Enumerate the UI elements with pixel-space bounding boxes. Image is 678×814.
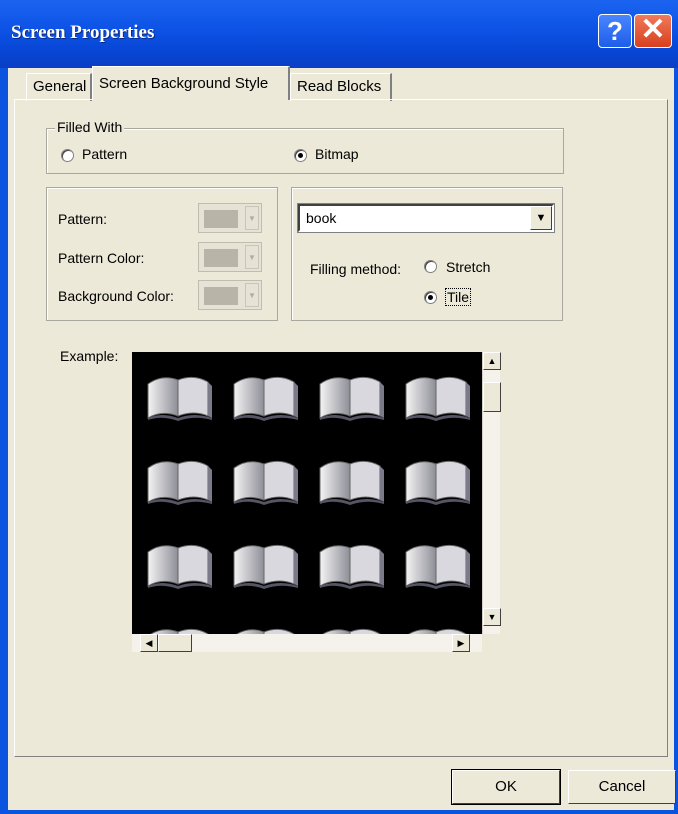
- bitmap-radio-label[interactable]: Bitmap: [315, 146, 359, 162]
- book-tile-image: [228, 618, 302, 634]
- background-color-picker[interactable]: ▼: [198, 280, 262, 310]
- book-tile-image: [400, 366, 474, 422]
- pattern-swatch: [204, 210, 238, 228]
- window-title: Screen Properties: [11, 22, 155, 43]
- help-icon: ?: [607, 16, 623, 46]
- book-tile-image: [314, 618, 388, 634]
- vertical-scroll-thumb[interactable]: [483, 382, 501, 412]
- chevron-down-icon: ▼: [245, 283, 259, 307]
- book-tile-image: [228, 366, 302, 422]
- example-preview: ▲ ▼ ◀ ▶: [132, 352, 501, 652]
- pattern-radio-label[interactable]: Pattern: [82, 146, 127, 162]
- book-tile-image: [314, 534, 388, 590]
- book-tile-image: [228, 534, 302, 590]
- scroll-right-icon[interactable]: ▶: [452, 634, 470, 652]
- stretch-radio-label[interactable]: Stretch: [446, 259, 490, 275]
- filling-method-label: Filling method:: [310, 261, 402, 277]
- pattern-color-label: Pattern Color:: [58, 250, 145, 266]
- pattern-color-picker[interactable]: ▼: [198, 242, 262, 272]
- chevron-down-icon[interactable]: ▼: [530, 206, 552, 230]
- tab-screen-background-style-label: Screen Background Style: [99, 75, 269, 92]
- book-tile-image: [142, 618, 216, 634]
- book-tile-image: [142, 534, 216, 590]
- book-tile-image: [400, 618, 474, 634]
- bitmap-select[interactable]: book ▼: [297, 203, 555, 233]
- cancel-button[interactable]: Cancel: [568, 770, 676, 804]
- tab-general-label: General: [33, 78, 87, 95]
- help-button[interactable]: ?: [598, 14, 632, 48]
- tab-read-blocks[interactable]: Read Blocks: [290, 73, 392, 101]
- book-tile-image: [142, 450, 216, 506]
- chevron-down-icon: ▼: [245, 206, 259, 230]
- vertical-scrollbar[interactable]: ▲ ▼: [482, 352, 501, 634]
- pattern-label: Pattern:: [58, 211, 108, 227]
- example-canvas: [132, 352, 482, 634]
- stretch-radio[interactable]: [424, 260, 437, 273]
- scroll-down-icon[interactable]: ▼: [483, 608, 501, 626]
- horizontal-scroll-thumb[interactable]: [158, 634, 192, 652]
- example-label: Example:: [60, 348, 119, 364]
- ok-button[interactable]: OK: [451, 769, 561, 805]
- book-tile-image: [400, 450, 474, 506]
- background-color-swatch: [204, 287, 238, 305]
- tab-read-blocks-label: Read Blocks: [297, 78, 382, 95]
- title-bar[interactable]: Screen Properties ? ✕: [0, 0, 678, 68]
- bitmap-radio[interactable]: [294, 149, 307, 162]
- book-tile-image: [142, 366, 216, 422]
- tile-radio[interactable]: [424, 291, 437, 304]
- tab-general[interactable]: General: [26, 73, 92, 101]
- chevron-down-icon: ▼: [245, 245, 259, 269]
- book-tile-image: [228, 450, 302, 506]
- bitmap-select-value: book: [306, 210, 337, 226]
- book-tile-image: [400, 534, 474, 590]
- pattern-color-swatch: [204, 249, 238, 267]
- close-button[interactable]: ✕: [634, 14, 672, 48]
- pattern-picker[interactable]: ▼: [198, 203, 262, 233]
- scroll-left-icon[interactable]: ◀: [140, 634, 158, 652]
- book-tile-image: [314, 450, 388, 506]
- book-tile-image: [314, 366, 388, 422]
- close-icon: ✕: [640, 13, 666, 46]
- pattern-radio[interactable]: [61, 149, 74, 162]
- background-color-label: Background Color:: [58, 288, 174, 304]
- filled-with-legend: Filled With: [55, 119, 125, 135]
- tab-screen-background-style[interactable]: Screen Background Style: [92, 66, 290, 100]
- scroll-up-icon[interactable]: ▲: [483, 352, 501, 370]
- horizontal-scrollbar[interactable]: ◀ ▶: [132, 634, 482, 652]
- tile-radio-label[interactable]: Tile: [444, 288, 472, 306]
